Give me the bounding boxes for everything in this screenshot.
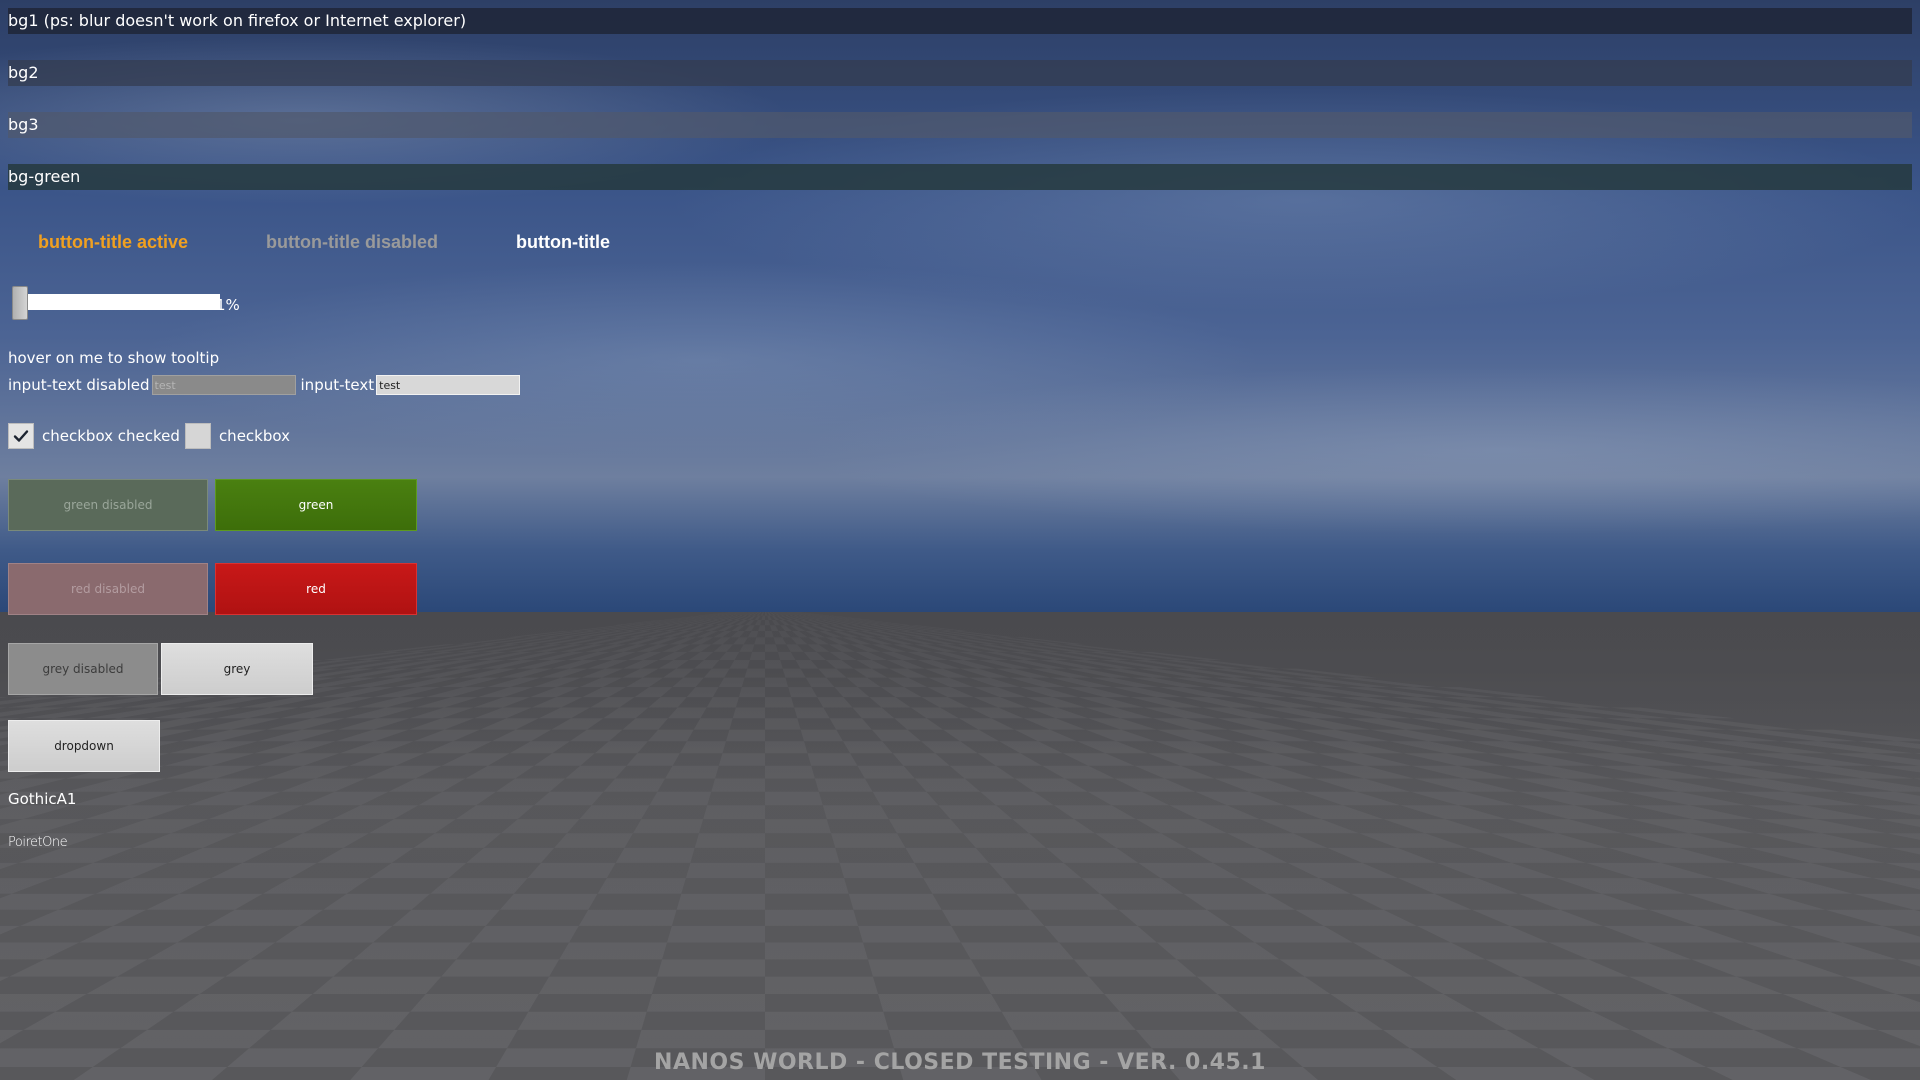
input-disabled-label: input-text disabled: [8, 376, 150, 394]
ui-demo-panel: bg1 (ps: blur doesn't work on firefox or…: [0, 0, 1920, 1000]
dropdown-button[interactable]: dropdown: [8, 720, 160, 772]
slider-track[interactable]: [18, 294, 220, 310]
slider-thumb[interactable]: [12, 286, 28, 320]
input-row: input-text disabled input-text: [8, 374, 525, 396]
button-title-active[interactable]: button-title active: [38, 232, 188, 252]
checkbox-unchecked-label: checkbox: [218, 427, 290, 445]
bg1-bar: bg1 (ps: blur doesn't work on firefox or…: [8, 8, 1912, 34]
version-footer: NANOS WORLD - CLOSED TESTING - VER. 0.45…: [654, 1050, 1266, 1075]
slider-value-label: 1%: [216, 296, 240, 314]
input-enabled-label: input-text: [300, 376, 375, 394]
bg3-bar: bg3: [8, 112, 1912, 138]
grey-button[interactable]: grey: [161, 643, 313, 695]
checkbox-checked-label: checkbox checked: [42, 427, 180, 445]
input-text[interactable]: [376, 375, 521, 395]
green-button[interactable]: green: [215, 479, 417, 531]
button-title[interactable]: button-title: [516, 232, 610, 252]
range-slider[interactable]: [10, 286, 220, 320]
checkmark-icon: [13, 430, 29, 442]
green-disabled-button: green disabled: [8, 479, 208, 531]
checkbox-row: checkbox checked checkbox: [8, 423, 295, 449]
grey-disabled-button: grey disabled: [8, 643, 158, 695]
tooltip-trigger[interactable]: hover on me to show tooltip: [8, 349, 219, 367]
red-button[interactable]: red: [215, 563, 417, 615]
button-title-disabled: button-title disabled: [266, 232, 438, 252]
checkbox-checked[interactable]: [8, 423, 34, 449]
bg-green-bar: bg-green: [8, 164, 1912, 190]
input-text-disabled: [151, 375, 296, 395]
red-disabled-button: red disabled: [8, 563, 208, 615]
font-sample-gothic: GothicA1: [8, 790, 77, 808]
bg2-bar: bg2: [8, 60, 1912, 86]
font-sample-poiret: PoiretOne: [8, 835, 68, 850]
checkbox-unchecked[interactable]: [184, 423, 211, 449]
